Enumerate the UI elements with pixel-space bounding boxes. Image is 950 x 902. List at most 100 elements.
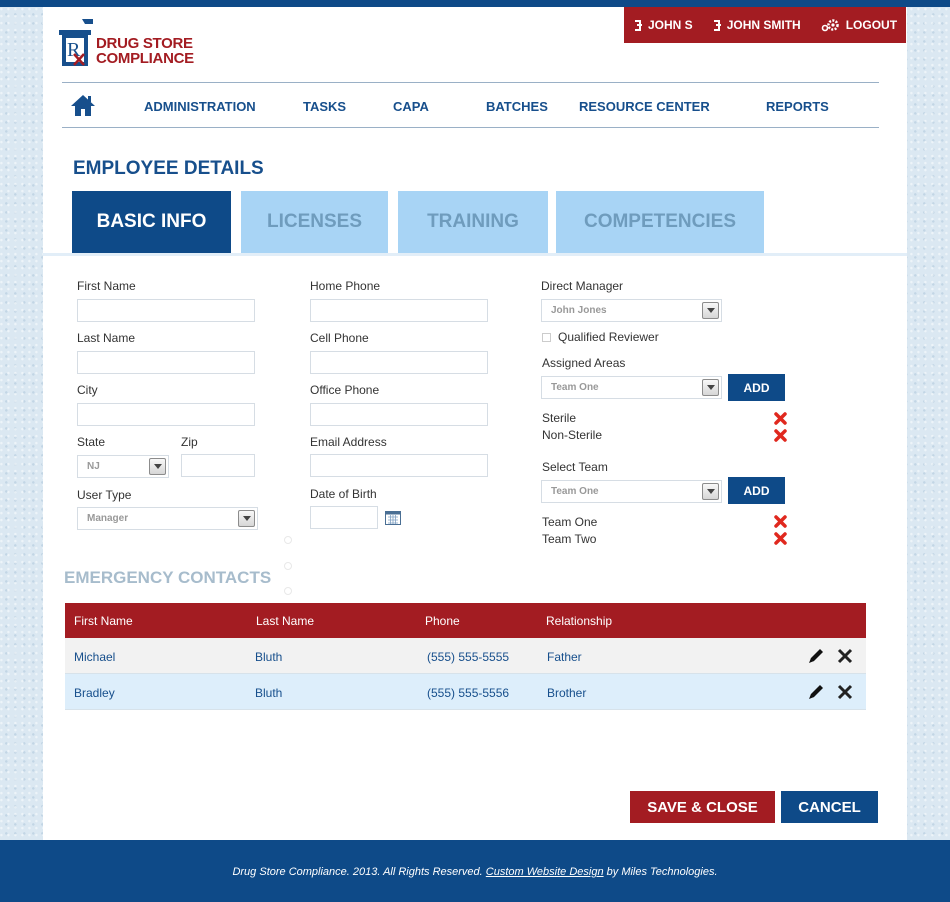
user-full-link[interactable]: JOHN SMITH [713,18,801,32]
office-phone-label: Office Phone [310,383,380,397]
direct-manager-label: Direct Manager [541,279,624,293]
direct-manager-select[interactable]: John Jones [541,299,722,322]
area-item-sterile: Sterile [542,411,577,425]
cell-phone: (555) 555-5555 [427,650,510,664]
nav-capa[interactable]: CAPA [393,99,429,114]
col-relationship: Relationship [546,614,613,628]
assigned-areas-value: Team One [551,382,599,393]
faint-circle [284,536,292,544]
edit-icon[interactable] [807,683,825,701]
nav-reports[interactable]: REPORTS [766,99,829,114]
save-close-button[interactable]: SAVE & CLOSE [630,791,775,823]
user-icon [635,19,642,31]
table-header: First Name Last Name Phone Relationship [65,603,866,638]
top-strip [0,0,950,7]
state-value: NJ [87,461,100,472]
team-item-two: Team Two [542,532,597,546]
cell-phone-label: Cell Phone [310,331,369,345]
first-name-input[interactable] [77,299,255,322]
user-short-label: JOHN S [648,18,693,32]
state-select[interactable]: NJ [77,455,169,478]
assigned-areas-select[interactable]: Team One [541,376,722,399]
team-item-one: Team One [542,515,598,529]
last-name-label: Last Name [77,331,136,345]
home-icon[interactable] [70,93,96,117]
state-label: State [77,435,106,449]
email-label: Email Address [310,435,387,449]
user-type-label: User Type [77,488,132,502]
dob-input[interactable] [310,506,378,529]
remove-icon[interactable] [774,429,787,442]
dropdown-arrow-icon [702,483,719,500]
nav-batches[interactable]: BATCHES [486,99,548,114]
user-type-select[interactable]: Manager [77,507,258,530]
area-item-non-sterile: Non-Sterile [542,428,603,442]
remove-icon[interactable] [774,532,787,545]
footer-text: Drug Store Compliance. 2013. All Rights … [0,866,950,878]
assigned-areas-label: Assigned Areas [542,356,626,370]
footer-suffix: by Miles Technologies. [606,866,718,878]
delete-icon[interactable] [836,683,854,701]
mortar-pestle-icon: R [59,19,93,66]
page-container: R DRUG STORE COMPLIANCE JOHN S JOHN SMIT… [43,7,907,840]
logout-link[interactable]: LOGOUT [821,18,897,32]
tab-divider [43,253,907,256]
delete-icon[interactable] [836,647,854,665]
add-team-button[interactable]: ADD [728,477,785,504]
user-short-link[interactable]: JOHN S [634,18,693,32]
home-phone-input[interactable] [310,299,488,322]
cancel-button[interactable]: CANCEL [781,791,878,823]
dob-label: Date of Birth [310,487,377,501]
home-phone-label: Home Phone [310,279,381,293]
zip-input[interactable] [181,454,255,477]
brand-logo[interactable]: R DRUG STORE COMPLIANCE [53,13,194,69]
calendar-icon[interactable] [385,510,401,525]
tab-training[interactable]: TRAINING [398,191,548,253]
edit-icon[interactable] [807,647,825,665]
zip-label: Zip [181,435,198,449]
cell-phone: (555) 555-5556 [427,686,510,700]
select-team-select[interactable]: Team One [541,480,722,503]
user-bar: JOHN S JOHN SMITH LOGOUT [624,7,906,43]
table-row: Bradley Bluth (555) 555-5556 Brother [65,674,866,710]
dropdown-arrow-icon [702,302,719,319]
user-icon [713,19,721,31]
user-full-label: JOHN SMITH [726,18,801,32]
nav-resource-center[interactable]: RESOURCE CENTER [579,99,710,114]
logout-label: LOGOUT [845,18,898,32]
dropdown-arrow-icon [702,379,719,396]
cell-first-name: Bradley [74,686,115,700]
remove-icon[interactable] [774,412,787,425]
footer: Drug Store Compliance. 2013. All Rights … [0,840,950,902]
gear-icon [821,19,839,32]
main-nav: ADMINISTRATION TASKS CAPA BATCHES RESOUR… [62,82,879,128]
cell-first-name: Michael [74,650,116,664]
faint-circle [284,562,292,570]
remove-icon[interactable] [774,515,787,528]
nav-administration[interactable]: ADMINISTRATION [144,99,256,114]
email-input[interactable] [310,454,488,477]
qualified-reviewer-checkbox[interactable] [542,333,551,342]
dropdown-arrow-icon [238,510,255,527]
footer-link[interactable]: Custom Website Design [486,866,604,878]
cell-phone-input[interactable] [310,351,488,374]
nav-tasks[interactable]: TASKS [303,99,346,114]
tab-basic-info[interactable]: BASIC INFO [72,191,231,253]
tab-licenses[interactable]: LICENSES [241,191,388,253]
first-name-label: First Name [77,279,136,293]
office-phone-input[interactable] [310,403,488,426]
add-area-button[interactable]: ADD [728,374,785,401]
city-input[interactable] [77,403,255,426]
cell-relationship: Father [547,650,582,664]
user-type-value: Manager [87,513,129,524]
tab-competencies[interactable]: COMPETENCIES [556,191,764,253]
footer-copyright: Drug Store Compliance. 2013. All Rights … [232,866,483,878]
brand-name: DRUG STORE COMPLIANCE [96,36,194,66]
col-first-name: First Name [74,614,133,628]
cell-last-name: Bluth [255,686,283,700]
col-phone: Phone [425,614,460,628]
page-title: EMPLOYEE DETAILS [73,158,264,179]
last-name-input[interactable] [77,351,255,374]
cell-last-name: Bluth [255,650,283,664]
emergency-contacts-title: EMERGENCY CONTACTS [64,568,272,587]
